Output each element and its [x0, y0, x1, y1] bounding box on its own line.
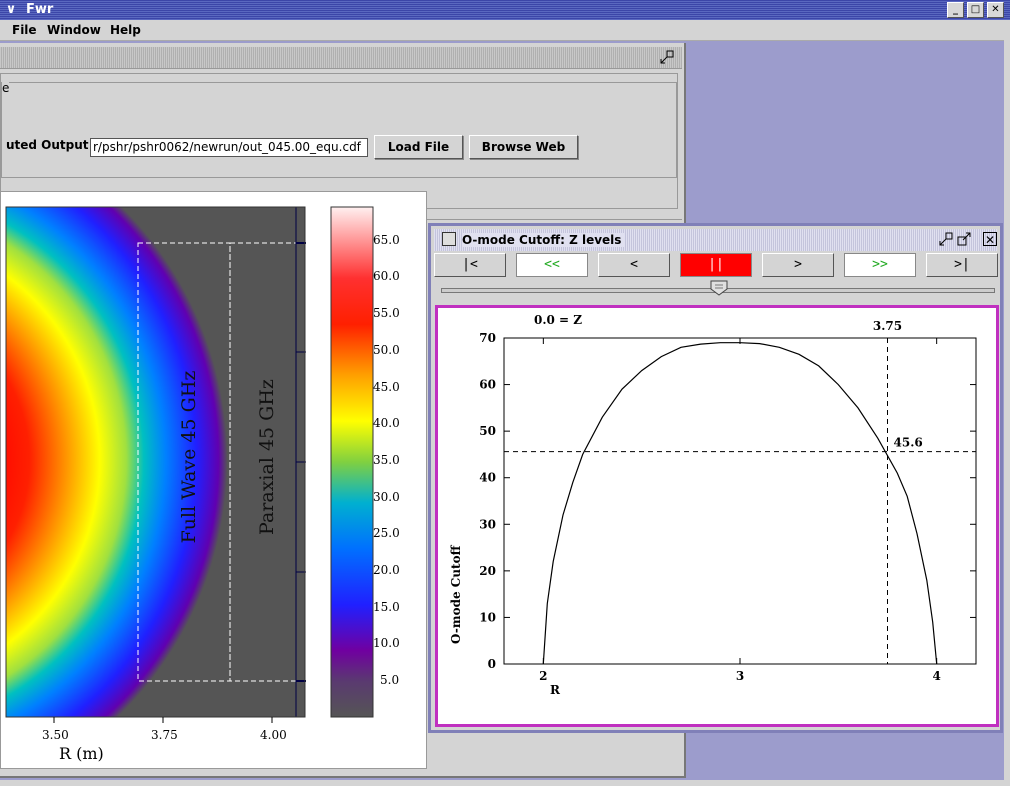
colorbar-label: 20.0	[373, 563, 400, 577]
file-panel: e uted Output r/pshr/pshr0062/newrun/out…	[0, 73, 678, 209]
colormap-plot: 65.0 60.0 55.0 50.0 45.0 40.0 35.0 30.0 …	[0, 191, 427, 769]
cutoff-window-titlebar[interactable]: O-mode Cutoff: Z levels ✕	[434, 229, 997, 251]
y-tick-label: 0	[488, 657, 496, 671]
pause-button[interactable]: ||	[680, 253, 752, 277]
menu-file[interactable]: File	[12, 23, 37, 37]
menu-window[interactable]: Window	[47, 23, 101, 37]
fast-forward-button[interactable]: >>	[844, 253, 916, 277]
group-label: e	[2, 81, 10, 95]
full-wave-annotation: Full Wave 45 GHz	[178, 370, 200, 544]
maximize-button[interactable]: □	[967, 2, 984, 18]
z-level-label: 0.0 = Z	[534, 313, 582, 327]
cutoff-chart: 0 10 20 30 40 50 60 70 2 3 4 R O-mode Cutoff 0.0 = Z 3…	[449, 313, 977, 697]
paraxial-annotation: Paraxial 45 GHz	[256, 379, 278, 535]
y-tick-label: 30	[479, 517, 496, 531]
main-frame-titlebar[interactable]	[0, 47, 682, 69]
window-menu-chevron-icon[interactable]: ∨	[3, 2, 19, 18]
colorbar-label: 65.0	[373, 233, 400, 247]
y-tick-label: 70	[479, 331, 496, 345]
load-file-button[interactable]: Load File	[374, 135, 463, 159]
colorbar-label: 30.0	[373, 490, 400, 504]
colorbar-label: 55.0	[373, 306, 400, 320]
colorbar-label: 60.0	[373, 269, 400, 283]
colorbar	[330, 206, 374, 718]
y-tick-label: 60	[479, 378, 496, 392]
x-axis-label: R (m)	[59, 744, 104, 763]
x-tick-label: 4	[932, 669, 940, 683]
minimize-button[interactable]: _	[947, 2, 964, 18]
y-tick-label: 20	[479, 564, 496, 578]
window-right-border	[1004, 20, 1010, 786]
cutoff-curve	[542, 342, 938, 665]
maximize-icon[interactable]	[957, 232, 971, 246]
colorbar-label: 50.0	[373, 343, 400, 357]
colormap-svg	[5, 206, 374, 723]
last-frame-button[interactable]: >|	[926, 253, 998, 277]
x-axis-label: R	[550, 683, 561, 697]
x-tick-label: 3.75	[151, 728, 178, 742]
menu-help[interactable]: Help	[110, 23, 141, 37]
close-icon[interactable]: ✕	[983, 232, 997, 247]
output-label: uted Output	[6, 138, 89, 152]
next-frame-button[interactable]: >	[762, 253, 834, 277]
output-path-input[interactable]: r/pshr/pshr0062/newrun/out_045.00_equ.cd…	[90, 138, 368, 157]
z-level-slider-thumb[interactable]	[710, 280, 728, 296]
close-button[interactable]: ✕	[987, 2, 1004, 18]
menubar: File Window Help	[0, 20, 1004, 41]
file-group: e uted Output r/pshr/pshr0062/newrun/out…	[1, 81, 677, 178]
y-axis-label: O-mode Cutoff	[449, 544, 463, 644]
colorbar-label: 40.0	[373, 416, 400, 430]
cursor-y-label: 45.6	[894, 436, 923, 450]
rewind-button[interactable]: <<	[516, 253, 588, 277]
app-title: Fwr	[26, 2, 54, 17]
window-bottom-border	[0, 780, 1010, 786]
plot-frame	[503, 337, 977, 665]
x-tick-label: 3	[736, 669, 744, 683]
window-icon	[442, 232, 456, 246]
iconify-icon[interactable]	[939, 232, 953, 246]
app-titlebar: ∨ Fwr _ □ ✕	[0, 0, 1010, 20]
cursor-x-label: 3.75	[873, 319, 902, 333]
cutoff-plot-area: 0 10 20 30 40 50 60 70 2 3 4 R O-mode Cutoff 0.0 = Z 3…	[435, 305, 999, 727]
colorbar-label: 5.0	[380, 673, 400, 687]
colorbar-label: 10.0	[373, 636, 400, 650]
browse-web-button[interactable]: Browse Web	[469, 135, 578, 159]
restore-icon[interactable]	[660, 50, 674, 64]
y-tick-label: 40	[479, 471, 496, 485]
first-frame-button[interactable]: |<	[434, 253, 506, 277]
colorbar-label: 35.0	[373, 453, 400, 467]
y-tick-label: 50	[479, 424, 496, 438]
prev-frame-button[interactable]: <	[598, 253, 670, 277]
colorbar-label: 45.0	[373, 380, 400, 394]
cutoff-window-title: O-mode Cutoff: Z levels	[462, 233, 626, 247]
x-tick-label: 3.50	[42, 728, 69, 742]
colorbar-label: 25.0	[373, 526, 400, 540]
colorbar-label: 15.0	[373, 600, 400, 614]
x-tick-label: 2	[539, 669, 547, 683]
y-tick-label: 10	[479, 610, 496, 624]
cutoff-window: O-mode Cutoff: Z levels ✕ |< << < || > >…	[428, 223, 1003, 733]
x-tick-label: 4.00	[260, 728, 287, 742]
